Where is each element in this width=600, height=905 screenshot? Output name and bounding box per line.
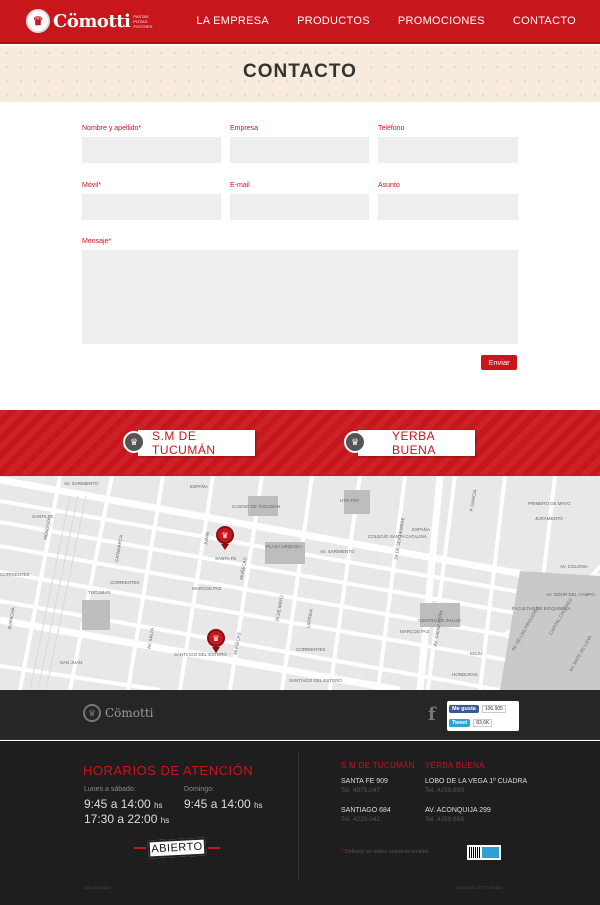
footer-bottom: administrador Desarrollo DOT estudio (0, 875, 600, 905)
open-status-label: ABIERTO (147, 837, 207, 859)
chef-hat-icon: ♛ (83, 704, 101, 722)
title-band: CONTACTO (0, 46, 600, 102)
weekday-hours-2: 17:30 a 22:00 hs (84, 812, 170, 826)
field-movil: Móvil* (82, 182, 221, 220)
admin-link[interactable]: administrador (84, 885, 111, 890)
field-email: E-mail (230, 182, 369, 220)
city-map[interactable]: AV. SARMIENTO AV. SARMIENTO SANTA FE SAN… (0, 476, 600, 690)
facebook-icon[interactable]: f (428, 704, 436, 725)
empresa-input[interactable] (230, 137, 369, 163)
location-tab-yerba-buena[interactable]: YERBA BUENA (358, 429, 475, 457)
nombre-label: Nombre y apellido* (82, 125, 142, 132)
send-button[interactable]: Enviar (481, 355, 517, 370)
branch-address: SANTIAGO 684 (341, 807, 391, 814)
branch-phone: Tel. 4975.047 (341, 787, 381, 794)
branch-phone: Tel. 4258.693 (425, 787, 465, 794)
branch-phone: Tel. 4359.658 (425, 816, 465, 823)
page-title: CONTACTO (243, 61, 357, 82)
footer-logo[interactable]: ♛ Cömotti (83, 704, 154, 722)
map-marker-santiago[interactable]: ♛ (207, 629, 225, 653)
field-mensaje: Mensaje* (82, 238, 518, 344)
branch-address: AV. ACONQUIJA 299 (425, 807, 491, 814)
asunto-label: Asunto (378, 182, 400, 189)
email-label: E-mail (230, 182, 250, 189)
telefono-input[interactable] (378, 137, 518, 163)
nav-contacto[interactable]: CONTACTO (513, 15, 576, 27)
branch-address: LOBO DE LA VEGA 1º cuadra (425, 778, 528, 785)
open-status-sign: ABIERTO (134, 837, 220, 859)
brand-tagline: PASTAS PIZZAS POSTRES (133, 13, 153, 29)
tweet-button[interactable]: Tweet (449, 719, 471, 727)
facebook-like-button[interactable]: Me gusta (449, 705, 479, 713)
brand-logo[interactable]: ♛ Cömotti PASTAS PIZZAS POSTRES (26, 9, 155, 33)
empresa-label: Empresa (230, 125, 259, 132)
map-marker-santa-fe[interactable]: ♛ (216, 526, 234, 550)
site-header: ♛ Cömotti PASTAS PIZZAS POSTRES LA EMPRE… (0, 0, 600, 44)
sunday-label: Domingo: (184, 786, 214, 793)
movil-label: Móvil* (82, 182, 102, 189)
telefono-label: Teléfono (378, 125, 405, 132)
locations-band: S.M DE TUCUMÁN ♛ YERBA BUENA ♛ (0, 410, 600, 479)
brand-name: Cömotti (53, 10, 131, 32)
nav-productos[interactable]: PRODUCTOS (297, 15, 370, 27)
nombre-input[interactable] (82, 137, 221, 163)
weekday-label: Lunes a sábado: (84, 786, 136, 793)
movil-input[interactable] (82, 194, 221, 220)
location-pin-icon: ♛ (123, 431, 145, 457)
branch-title-tucuman: S.M DE TUCUMÁN (341, 761, 415, 770)
email-input[interactable] (230, 194, 369, 220)
branch-phone: Tel. 4220.042 (341, 816, 381, 823)
developer-credit[interactable]: Desarrollo DOT estudio (456, 885, 503, 890)
nav-promociones[interactable]: PROMOCIONES (398, 15, 485, 27)
hours-title: HORARIOS DE ATENCIÓN (83, 763, 254, 778)
social-buttons: Me gusta 106.905 Tweet 83,6K (447, 701, 519, 731)
mensaje-textarea[interactable] (82, 250, 518, 344)
footer-main: HORARIOS DE ATENCIÓN Lunes a sábado: 9:4… (0, 741, 600, 905)
branch-address: SANTA FE 909 (341, 778, 388, 785)
field-asunto: Asunto (378, 182, 518, 220)
delivery-note: * Delivery en todos nuestros locales (341, 849, 429, 855)
field-telefono: Teléfono (378, 125, 518, 163)
field-nombre: Nombre y apellido* (82, 125, 221, 163)
location-tab-tucuman[interactable]: S.M DE TUCUMÁN (138, 429, 255, 457)
field-empresa: Empresa (230, 125, 369, 163)
branch-title-yerba-buena: YERBA BUENA (425, 761, 485, 770)
main-nav: LA EMPRESA PRODUCTOS PROMOCIONES CONTACT… (168, 15, 576, 27)
location-pin-icon: ♛ (344, 431, 366, 457)
chef-hat-icon: ♛ (26, 9, 50, 33)
sunday-hours: 9:45 a 14:00 hs (184, 797, 263, 811)
mensaje-label: Mensaje* (82, 238, 112, 245)
weekday-hours-1: 9:45 a 14:00 hs (84, 797, 163, 811)
footer-brand: Cömotti (105, 706, 154, 720)
nav-la-empresa[interactable]: LA EMPRESA (196, 15, 269, 27)
like-count: 106.905 (481, 705, 506, 713)
data-fiscal-qr-icon[interactable] (467, 845, 501, 860)
map-streets (0, 476, 600, 690)
asunto-input[interactable] (378, 194, 518, 220)
tweet-count: 83,6K (473, 719, 493, 727)
